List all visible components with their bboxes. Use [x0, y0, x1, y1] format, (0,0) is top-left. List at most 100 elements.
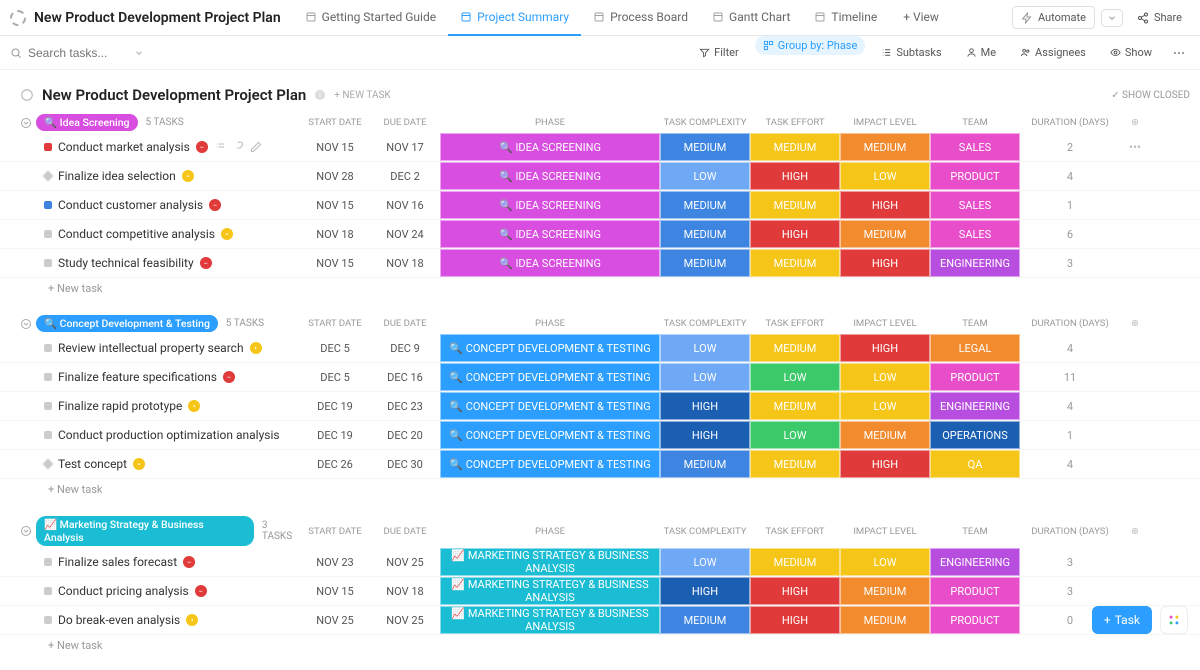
- add-column-button[interactable]: ⊕: [1120, 117, 1150, 128]
- tab-getting-started-guide[interactable]: Getting Started Guide: [293, 0, 448, 36]
- duration-cell[interactable]: 2: [1020, 133, 1120, 161]
- complexity-cell[interactable]: Medium: [660, 606, 750, 634]
- col-start-date[interactable]: START DATE: [300, 526, 370, 537]
- complexity-cell[interactable]: Medium: [660, 450, 750, 478]
- impact-cell[interactable]: High: [840, 191, 930, 219]
- add-column-button[interactable]: ⊕: [1120, 318, 1150, 329]
- filter-button[interactable]: Filter: [691, 43, 747, 62]
- task-row[interactable]: Conduct customer analysis − Nov 15 Nov 1…: [0, 191, 1200, 220]
- col-start-date[interactable]: START DATE: [300, 117, 370, 128]
- col-complexity[interactable]: TASK COMPLEXITY: [660, 526, 750, 537]
- effort-cell[interactable]: Medium: [750, 392, 840, 420]
- status-dot[interactable]: •: [221, 228, 233, 240]
- effort-cell[interactable]: Medium: [750, 334, 840, 362]
- complexity-cell[interactable]: Medium: [660, 133, 750, 161]
- phase-pill[interactable]: 📈 Marketing Strategy & Business Analysis: [36, 516, 254, 546]
- start-date-cell[interactable]: Nov 18: [300, 220, 370, 248]
- search-input[interactable]: [28, 46, 128, 60]
- duration-cell[interactable]: 11: [1020, 363, 1120, 391]
- status-dot[interactable]: −: [195, 585, 207, 597]
- start-date-cell[interactable]: Nov 15: [300, 133, 370, 161]
- impact-cell[interactable]: Medium: [840, 577, 930, 605]
- duration-cell[interactable]: 3: [1020, 249, 1120, 277]
- task-name[interactable]: Finalize rapid prototype: [58, 399, 182, 413]
- due-date-cell[interactable]: Dec 23: [370, 392, 440, 420]
- new-task-button[interactable]: + New task: [0, 479, 1200, 500]
- due-date-cell[interactable]: Nov 17: [370, 133, 440, 161]
- complexity-cell[interactable]: Medium: [660, 249, 750, 277]
- start-date-cell[interactable]: Nov 25: [300, 606, 370, 634]
- col-team[interactable]: TEAM: [930, 117, 1020, 128]
- row-more-button[interactable]: •••: [1120, 140, 1150, 154]
- new-task-button[interactable]: + New task: [0, 278, 1200, 299]
- effort-cell[interactable]: Medium: [750, 548, 840, 576]
- due-date-cell[interactable]: Dec 9: [370, 334, 440, 362]
- collapse-toggle[interactable]: [20, 525, 36, 537]
- start-date-cell[interactable]: Nov 28: [300, 162, 370, 190]
- task-row[interactable]: Conduct pricing analysis − Nov 15 Nov 18…: [0, 577, 1200, 606]
- task-name[interactable]: Study technical feasibility: [58, 256, 194, 270]
- team-cell[interactable]: Engineering: [930, 392, 1020, 420]
- status-dot[interactable]: −: [223, 371, 235, 383]
- status-dot[interactable]: −: [200, 257, 212, 269]
- task-row[interactable]: Study technical feasibility − Nov 15 Nov…: [0, 249, 1200, 278]
- impact-cell[interactable]: Low: [840, 363, 930, 391]
- phase-cell[interactable]: 🔍 Idea Screening: [440, 220, 660, 248]
- col-phase[interactable]: PHASE: [440, 318, 660, 329]
- phase-cell[interactable]: 🔍 Concept Development & Testing: [440, 363, 660, 391]
- task-row[interactable]: Finalize rapid prototype • Dec 19 Dec 23…: [0, 392, 1200, 421]
- subtask-icon[interactable]: [214, 141, 226, 153]
- team-cell[interactable]: Product: [930, 363, 1020, 391]
- col-complexity[interactable]: TASK COMPLEXITY: [660, 318, 750, 329]
- task-name[interactable]: Test concept: [58, 457, 127, 471]
- due-date-cell[interactable]: Dec 2: [370, 162, 440, 190]
- start-date-cell[interactable]: Dec 5: [300, 334, 370, 362]
- start-date-cell[interactable]: Dec 26: [300, 450, 370, 478]
- tab-process-board[interactable]: Process Board: [581, 0, 700, 36]
- team-cell[interactable]: Product: [930, 606, 1020, 634]
- col-duration[interactable]: DURATION (DAYS): [1020, 318, 1120, 329]
- link-icon[interactable]: [232, 141, 244, 153]
- col-impact[interactable]: IMPACT LEVEL: [840, 117, 930, 128]
- team-cell[interactable]: Legal: [930, 334, 1020, 362]
- phase-pill[interactable]: 🔍 Concept Development & Testing: [36, 315, 218, 332]
- task-row[interactable]: Conduct market analysis − Nov 15 Nov 17 …: [0, 133, 1200, 162]
- start-date-cell[interactable]: Nov 15: [300, 577, 370, 605]
- subtasks-button[interactable]: Subtasks: [873, 43, 949, 62]
- col-impact[interactable]: IMPACT LEVEL: [840, 318, 930, 329]
- priority-flag[interactable]: [44, 431, 52, 439]
- task-name[interactable]: Conduct competitive analysis: [58, 227, 215, 241]
- tab-timeline[interactable]: Timeline: [802, 0, 889, 36]
- effort-cell[interactable]: Medium: [750, 249, 840, 277]
- new-task-header-button[interactable]: + NEW TASK: [334, 90, 390, 101]
- duration-cell[interactable]: 3: [1020, 548, 1120, 576]
- impact-cell[interactable]: Medium: [840, 133, 930, 161]
- col-due-date[interactable]: DUE DATE: [370, 526, 440, 537]
- task-name[interactable]: Finalize idea selection: [58, 169, 176, 183]
- start-date-cell[interactable]: Nov 15: [300, 191, 370, 219]
- task-row[interactable]: Review intellectual property search • De…: [0, 334, 1200, 363]
- task-name[interactable]: Review intellectual property search: [58, 341, 244, 355]
- col-effort[interactable]: TASK EFFORT: [750, 117, 840, 128]
- priority-flag[interactable]: [44, 558, 52, 566]
- col-effort[interactable]: TASK EFFORT: [750, 526, 840, 537]
- task-row[interactable]: Test concept • Dec 26 Dec 30 🔍 Concept D…: [0, 450, 1200, 479]
- duration-cell[interactable]: 4: [1020, 450, 1120, 478]
- start-date-cell[interactable]: Dec 19: [300, 421, 370, 449]
- complexity-cell[interactable]: Low: [660, 162, 750, 190]
- complexity-cell[interactable]: Low: [660, 334, 750, 362]
- status-dot[interactable]: •: [250, 342, 262, 354]
- task-row[interactable]: Do break-even analysis • Nov 25 Nov 25 📈…: [0, 606, 1200, 635]
- status-dot[interactable]: •: [188, 400, 200, 412]
- team-cell[interactable]: Operations: [930, 421, 1020, 449]
- task-row[interactable]: Conduct production optimization analysis…: [0, 421, 1200, 450]
- priority-flag[interactable]: [44, 143, 52, 151]
- phase-cell[interactable]: 🔍 Idea Screening: [440, 191, 660, 219]
- phase-cell[interactable]: 🔍 Idea Screening: [440, 133, 660, 161]
- complexity-cell[interactable]: Low: [660, 548, 750, 576]
- task-name[interactable]: Do break-even analysis: [58, 613, 180, 627]
- duration-cell[interactable]: 6: [1020, 220, 1120, 248]
- task-row[interactable]: Finalize sales forecast − Nov 23 Nov 25 …: [0, 548, 1200, 577]
- impact-cell[interactable]: Low: [840, 162, 930, 190]
- search-box[interactable]: [10, 46, 160, 60]
